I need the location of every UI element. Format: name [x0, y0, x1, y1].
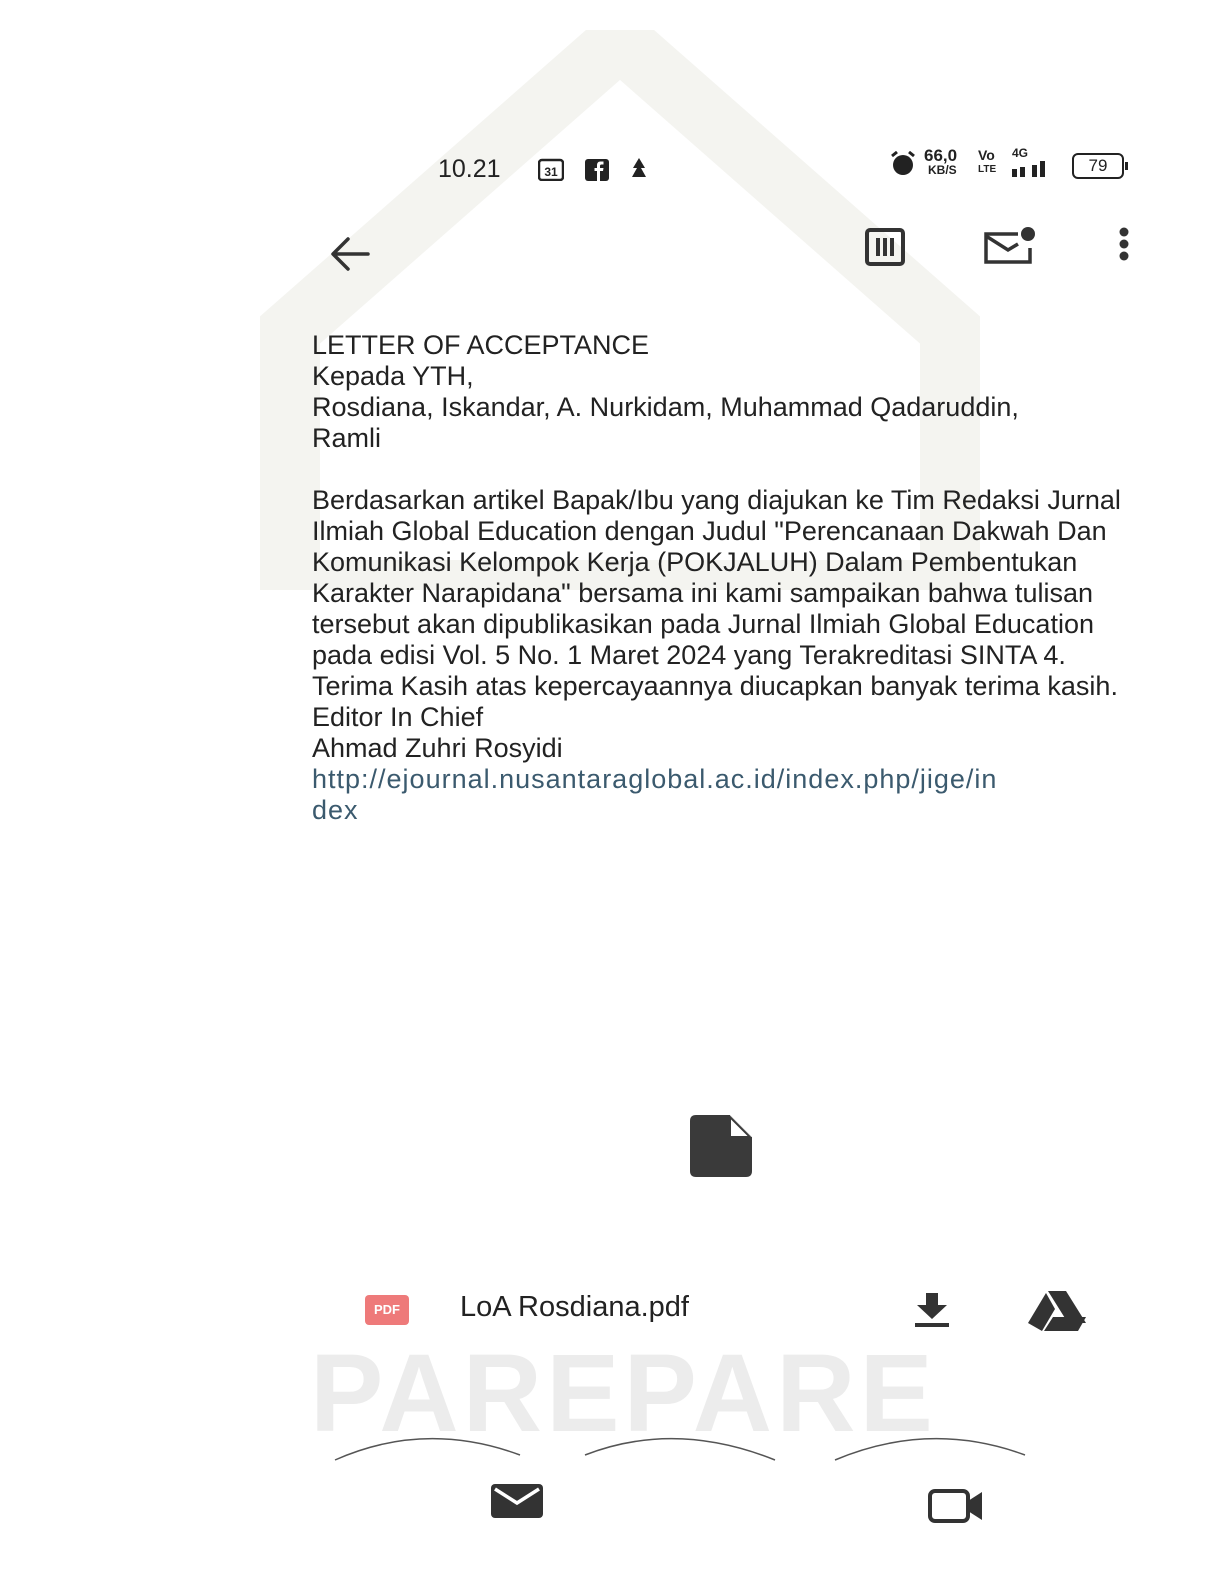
meet-tab[interactable]	[928, 1489, 984, 1528]
nav-divider-arc	[834, 1437, 1026, 1461]
calendar-icon: 31	[537, 157, 565, 186]
net-speed-unit: KB/S	[928, 163, 957, 177]
more-options-button[interactable]	[1116, 226, 1132, 271]
drive-icon	[1028, 1291, 1086, 1331]
app-bar	[0, 220, 1231, 290]
recipients-text: Rosdiana, Iskandar, A. Nurkidam, Muhamma…	[312, 392, 1019, 453]
mail-icon	[491, 1484, 543, 1518]
file-icon	[690, 1114, 753, 1177]
signal-icon	[1010, 159, 1062, 184]
pdf-icon: PDF	[365, 1295, 409, 1325]
signature-name: Ahmad Zuhri Rosyidi	[312, 733, 563, 763]
attachment-row[interactable]: PDF LoA Rosdiana.pdf	[0, 1285, 1231, 1335]
greeting-text: Kepada YTH,	[312, 361, 474, 391]
status-time: 10.21	[438, 155, 501, 183]
nav-divider-arc	[334, 1438, 521, 1461]
body-paragraph: Berdasarkan artikel Bapak/Ibu yang diaju…	[312, 485, 1121, 670]
video-icon	[928, 1489, 982, 1523]
nav-divider-arc	[584, 1437, 776, 1461]
save-to-drive-button[interactable]	[1028, 1289, 1086, 1338]
network-type: 4G	[1012, 146, 1029, 160]
notification-app-icon	[630, 157, 648, 184]
mail-unread-icon	[984, 227, 1035, 264]
thanks-paragraph: Terima Kasih atas kepercayaannya diucapk…	[312, 671, 1118, 701]
trash-icon	[865, 228, 905, 266]
calendar-day: 31	[544, 165, 558, 179]
net-speed-value: 66,0	[924, 146, 958, 165]
battery-indicator: 79	[1072, 153, 1128, 179]
back-button[interactable]	[328, 234, 372, 279]
mail-tab[interactable]	[490, 1483, 544, 1524]
attachment-preview[interactable]	[690, 1114, 753, 1182]
attachment-filename[interactable]: LoA Rosdiana.pdf	[460, 1291, 689, 1324]
signature-title: Editor In Chief	[312, 702, 484, 732]
volte-label: Vo	[978, 147, 995, 163]
mark-unread-button[interactable]	[982, 226, 1038, 271]
signature-block: Editor In Chief Ahmad Zuhri Rosyidi http…	[312, 702, 1172, 826]
arrow-left-icon	[331, 237, 370, 271]
download-button[interactable]	[912, 1291, 952, 1334]
greeting-block: Kepada YTH, Rosdiana, Iskandar, A. Nurki…	[312, 361, 1172, 454]
volte-sub: LTE	[978, 164, 997, 175]
alarm-icon	[890, 150, 916, 182]
download-icon	[915, 1293, 949, 1327]
email-subject: LETTER OF ACCEPTANCE	[312, 330, 650, 360]
more-vertical-icon	[1119, 227, 1129, 261]
email-body: LETTER OF ACCEPTANCE Kepada YTH, Rosdian…	[312, 330, 1172, 826]
journal-link[interactable]: http://ejournal.nusantaraglobal.ac.id/in…	[312, 764, 1002, 826]
delete-button[interactable]	[864, 226, 906, 273]
facebook-icon	[585, 159, 609, 186]
status-bar: 10.21 31 66,0 KB/S Vo LTE 4G 79	[0, 145, 1231, 195]
bottom-navigation	[0, 1425, 1231, 1586]
